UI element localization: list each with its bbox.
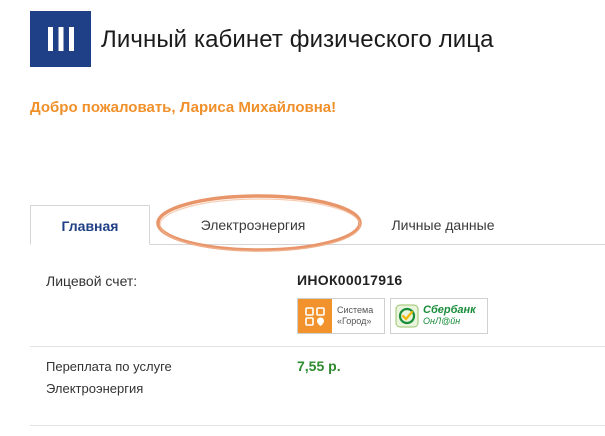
payment-methods: Система «Город» Сбербанк ОнЛ@йн: [297, 298, 488, 334]
tab-bar: Главная Электроэнергия Личные данные: [30, 194, 605, 252]
overpayment-value: 7,55 р.: [297, 358, 341, 374]
sberbank-icon: [395, 304, 419, 328]
three-bars-logo-icon: [47, 27, 74, 51]
page-title: Личный кабинет физического лица: [101, 26, 494, 53]
row-divider: [30, 346, 605, 347]
tab-electricity[interactable]: Электроэнергия: [193, 205, 313, 245]
sberbank-payment-button[interactable]: Сбербанк ОнЛ@йн: [390, 298, 488, 334]
logo-icon: [30, 11, 91, 67]
gorod-payment-button[interactable]: Система «Город»: [297, 298, 385, 334]
tab-main[interactable]: Главная: [30, 205, 150, 245]
welcome-message: Добро пожаловать, Лариса Михайловна!: [30, 99, 337, 116]
sberbank-label: Сбербанк ОнЛ@йн: [423, 304, 476, 327]
overpayment-label: Переплата по услуге Электроэнергия: [46, 359, 172, 396]
gorod-icon: [298, 299, 332, 333]
gorod-label: Система «Город»: [337, 305, 374, 326]
account-label: Лицевой счет:: [46, 273, 138, 289]
account-number: ИНОК00017916: [297, 272, 403, 288]
page: Личный кабинет физического лица Добро по…: [0, 0, 605, 436]
tab-personal-data[interactable]: Личные данные: [378, 205, 508, 245]
row-divider: [30, 425, 605, 426]
